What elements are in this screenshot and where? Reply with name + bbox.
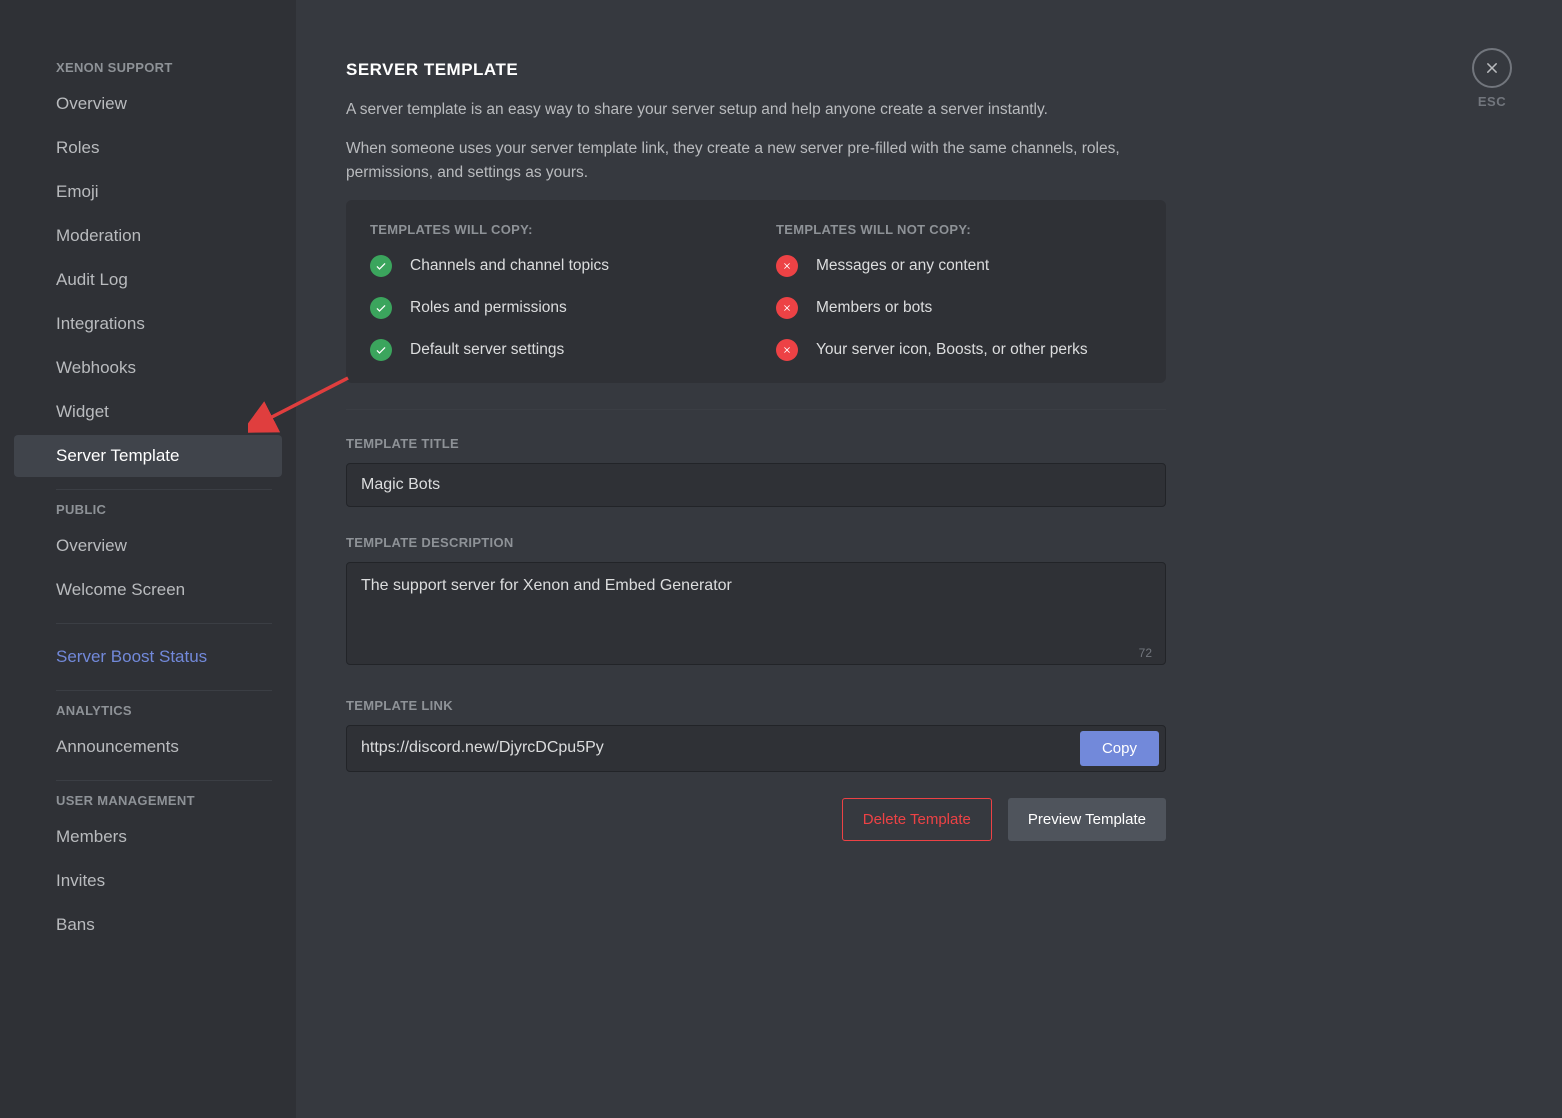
sidebar-header-analytics: ANALYTICS [14,703,282,726]
template-title-input[interactable] [346,463,1166,507]
sidebar-header-xenon-support: XENON SUPPORT [14,60,282,83]
will-copy-header: TEMPLATES WILL COPY: [370,222,736,237]
page-description-1: A server template is an easy way to shar… [346,98,1166,121]
main-content: ESC SERVER TEMPLATE A server template is… [296,0,1562,1118]
delete-template-button[interactable]: Delete Template [842,798,992,841]
template-title-label: TEMPLATE TITLE [346,436,1166,451]
will-copy-text: Roles and permissions [410,299,567,317]
sidebar-item-members[interactable]: Members [14,816,282,858]
sidebar-divider [56,489,272,490]
close-button[interactable] [1472,48,1512,88]
will-not-copy-item: Messages or any content [776,255,1142,277]
close-icon [1483,59,1501,77]
template-link-label: TEMPLATE LINK [346,698,1166,713]
sidebar-item-server-template[interactable]: Server Template [14,435,282,477]
template-description-label: TEMPLATE DESCRIPTION [346,535,1166,550]
char-count: 72 [1139,646,1152,660]
sidebar-divider [56,623,272,624]
page-description-2: When someone uses your server template l… [346,137,1166,184]
sidebar-divider [56,780,272,781]
sidebar-header-public: PUBLIC [14,502,282,525]
esc-label: ESC [1472,94,1512,109]
will-copy-text: Channels and channel topics [410,257,609,275]
preview-template-button[interactable]: Preview Template [1008,798,1166,841]
sidebar-item-public-overview[interactable]: Overview [14,525,282,567]
copy-info-box: TEMPLATES WILL COPY: Channels and channe… [346,200,1166,383]
page-title: SERVER TEMPLATE [346,60,1166,80]
sidebar-item-moderation[interactable]: Moderation [14,215,282,257]
check-icon [370,339,392,361]
x-icon [776,339,798,361]
sidebar-item-welcome-screen[interactable]: Welcome Screen [14,569,282,611]
sidebar-item-bans[interactable]: Bans [14,904,282,946]
check-icon [370,255,392,277]
sidebar-item-integrations[interactable]: Integrations [14,303,282,345]
template-description-input[interactable] [346,562,1166,665]
copy-link-button[interactable]: Copy [1080,731,1159,766]
sidebar-item-emoji[interactable]: Emoji [14,171,282,213]
sidebar-item-boost-status[interactable]: Server Boost Status [14,636,282,678]
will-not-copy-item: Your server icon, Boosts, or other perks [776,339,1142,361]
sidebar-item-announcements[interactable]: Announcements [14,726,282,768]
will-copy-item: Roles and permissions [370,297,736,319]
close-area: ESC [1472,48,1512,109]
will-copy-text: Default server settings [410,341,564,359]
will-not-copy-text: Messages or any content [816,257,989,275]
sidebar-header-user-management: USER MANAGEMENT [14,793,282,816]
will-copy-item: Channels and channel topics [370,255,736,277]
template-link-row: Copy [346,725,1166,772]
will-not-copy-text: Members or bots [816,299,932,317]
x-icon [776,297,798,319]
will-not-copy-text: Your server icon, Boosts, or other perks [816,341,1088,359]
template-link-input[interactable] [361,731,1080,765]
sidebar-divider [56,690,272,691]
sidebar-item-roles[interactable]: Roles [14,127,282,169]
x-icon [776,255,798,277]
check-icon [370,297,392,319]
will-not-copy-header: TEMPLATES WILL NOT COPY: [776,222,1142,237]
will-copy-item: Default server settings [370,339,736,361]
sidebar-item-audit-log[interactable]: Audit Log [14,259,282,301]
sidebar-item-webhooks[interactable]: Webhooks [14,347,282,389]
sidebar-item-invites[interactable]: Invites [14,860,282,902]
section-divider [346,409,1166,410]
sidebar-item-overview[interactable]: Overview [14,83,282,125]
action-row: Delete Template Preview Template [346,798,1166,841]
sidebar-item-widget[interactable]: Widget [14,391,282,433]
will-not-copy-item: Members or bots [776,297,1142,319]
settings-sidebar: XENON SUPPORT Overview Roles Emoji Moder… [0,0,296,1118]
